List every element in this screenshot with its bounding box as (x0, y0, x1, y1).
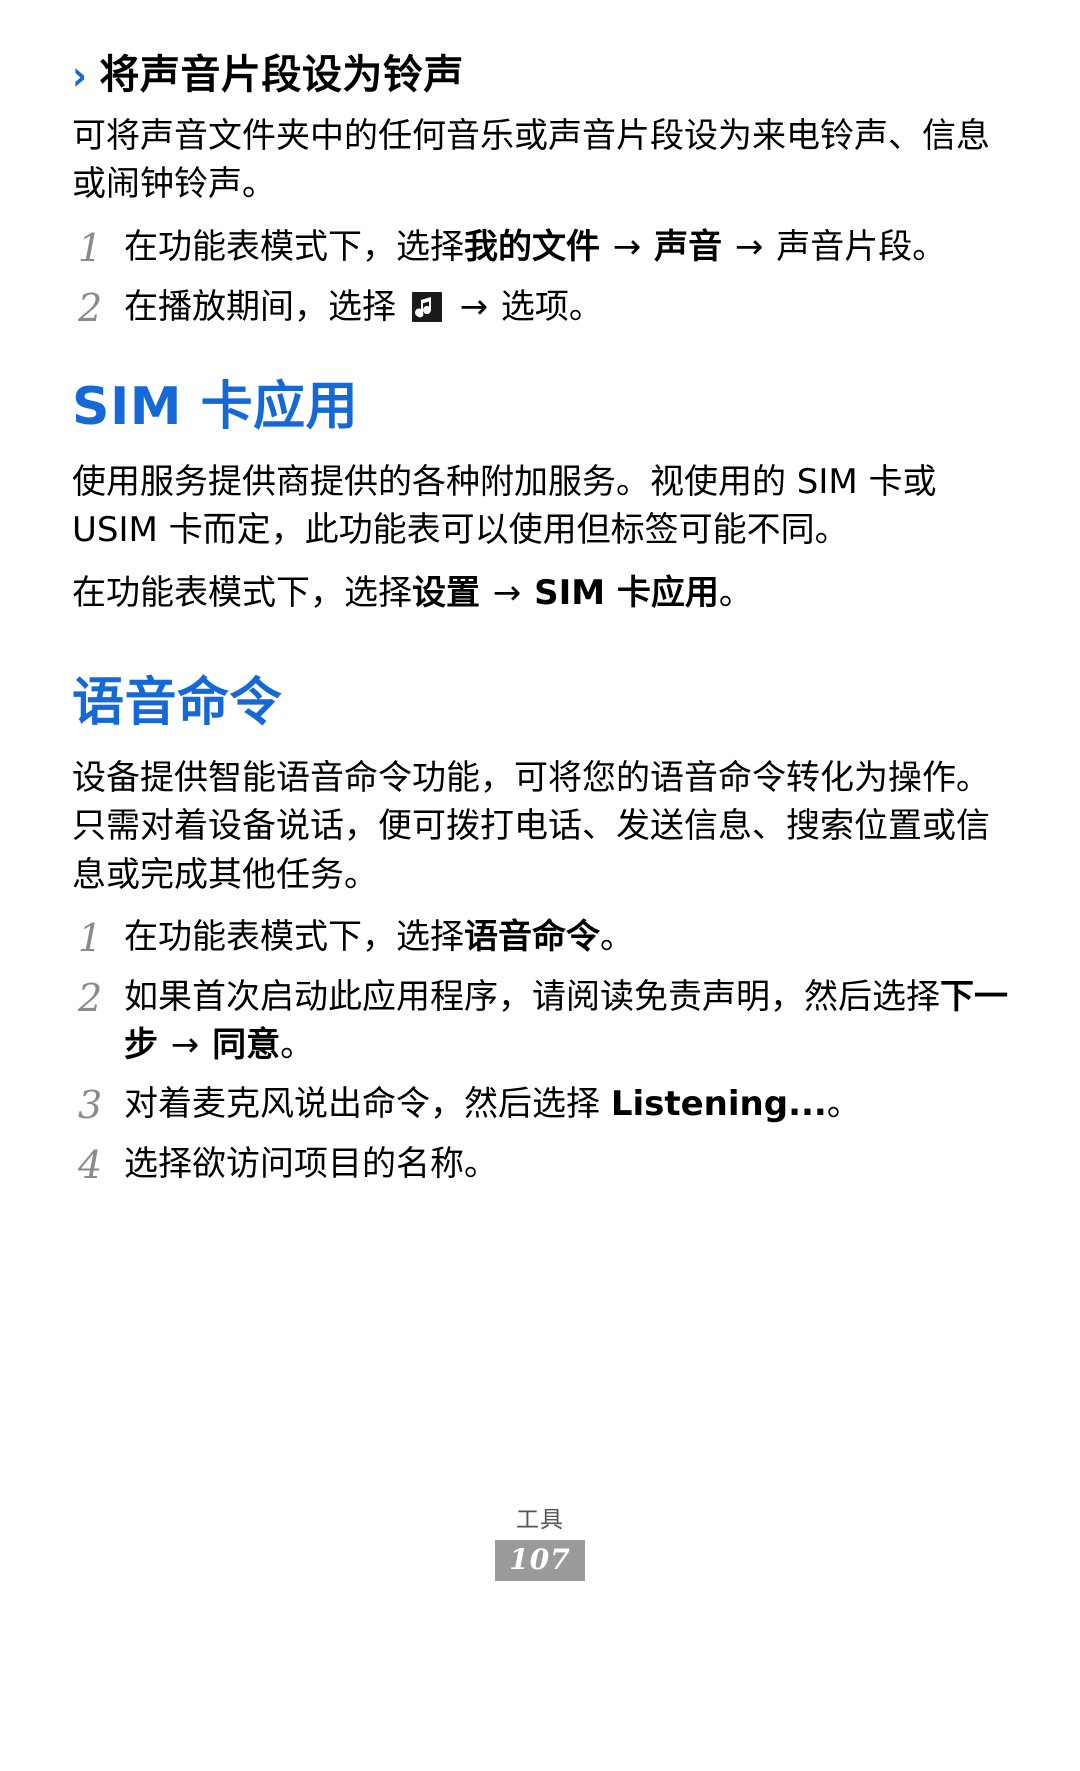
numbered-step: 3 对着麦克风说出命令，然后选择 Listening...。 (72, 1080, 1008, 1130)
document-page: › 将声音片段设为铃声 可将声音文件夹中的任何音乐或声音片段设为来电铃声、信息或… (0, 0, 1080, 1771)
sim-section-instruction: 在功能表模式下，选择设置 → SIM 卡应用。 (72, 569, 1008, 617)
arrow-separator: → (160, 1025, 211, 1066)
body-text: 在播放期间，选择 (124, 286, 407, 327)
step-number: 3 (78, 1082, 103, 1127)
emphasis-text: 设置 (412, 572, 480, 613)
body-text: 。 (280, 1025, 315, 1066)
numbered-step: 1 在功能表模式下，选择我的文件 → 声音 → 声音片段。 (72, 223, 1008, 273)
step-text: 在播放期间，选择 → 选项。 (124, 283, 1008, 331)
footer-chapter-label: 工具 (516, 1507, 564, 1533)
step-text: 对着麦克风说出命令，然后选择 Listening...。 (124, 1080, 1008, 1128)
body-text: 选项。 (500, 286, 603, 327)
music-note-icon (411, 291, 442, 322)
subsection-steps-list: 1 在功能表模式下，选择我的文件 → 声音 → 声音片段。 2 在播放期间，选择 → … (72, 223, 1008, 333)
numbered-step: 1 在功能表模式下，选择语音命令。 (72, 913, 1008, 963)
emphasis-text: SIM 卡应用 (534, 572, 719, 613)
page-footer: 工具 107 (0, 1500, 1080, 1581)
voice-steps-list: 1 在功能表模式下，选择语音命令。 2 如果首次启动此应用程序，请阅读免责声明，然后选… (72, 913, 1008, 1190)
numbered-step: 2 在播放期间，选择 → 选项。 (72, 283, 1008, 333)
step-number: 1 (78, 915, 103, 960)
sim-section-title: SIM 卡应用 (72, 376, 359, 437)
body-text: 。 (600, 916, 634, 957)
chevron-right-icon: › (72, 52, 88, 100)
numbered-step: 4 选择欲访问项目的名称。 (72, 1140, 1008, 1190)
body-text: 。 (718, 572, 753, 613)
body-text: 在功能表模式下，选择 (124, 226, 464, 267)
arrow-separator: → (448, 286, 499, 327)
emphasis-text: 我的文件 (464, 226, 600, 267)
numbered-step: 2 如果首次启动此应用程序，请阅读免责声明，然后选择下一步 → 同意。 (72, 973, 1008, 1070)
body-text: 选择欲访问项目的名称。 (124, 1143, 498, 1184)
step-text: 在功能表模式下，选择我的文件 → 声音 → 声音片段。 (124, 223, 1008, 271)
step-text: 在功能表模式下，选择语音命令。 (124, 913, 1008, 961)
body-text: 声音片段。 (776, 226, 947, 267)
subsection-heading-text: 将声音片段设为铃声 (99, 52, 464, 98)
page-number-badge: 107 (495, 1540, 585, 1581)
emphasis-text: 声音 (654, 226, 723, 267)
emphasis-text: Listening... (610, 1083, 827, 1124)
subsection-heading: › 将声音片段设为铃声 (72, 52, 1008, 98)
subsection-intro-paragraph: 可将声音文件夹中的任何音乐或声音片段设为来电铃声、信息或闹钟铃声。 (72, 116, 990, 205)
voice-section-intro: 设备提供智能语音命令功能，可将您的语音命令转化为操作。只需对着设备说话，便可拨打… (72, 758, 990, 895)
body-text: 在功能表模式下，选择 (124, 916, 464, 957)
step-number: 1 (78, 225, 103, 270)
emphasis-text: 同意 (212, 1025, 281, 1066)
step-text: 选择欲访问项目的名称。 (124, 1140, 1008, 1188)
body-text: 在功能表模式下，选择 (72, 572, 412, 613)
sim-section-intro: 使用服务提供商提供的各种附加服务。视使用的 SIM 卡或 USIM 卡而定，此功… (72, 462, 937, 551)
body-text: 。 (826, 1083, 861, 1124)
body-text: 对着麦克风说出命令，然后选择 (124, 1083, 611, 1124)
emphasis-text: 语音命令 (464, 916, 600, 957)
voice-section-title: 语音命令 (72, 672, 283, 733)
arrow-separator: → (724, 226, 775, 267)
step-number: 2 (78, 285, 103, 330)
arrow-separator: → (482, 572, 533, 613)
arrow-separator: → (602, 226, 653, 267)
step-text: 如果首次启动此应用程序，请阅读免责声明，然后选择下一步 → 同意。 (124, 973, 1008, 1070)
step-number: 4 (78, 1142, 103, 1187)
body-text: 如果首次启动此应用程序，请阅读免责声明，然后选择 (124, 976, 940, 1017)
step-number: 2 (78, 975, 103, 1020)
